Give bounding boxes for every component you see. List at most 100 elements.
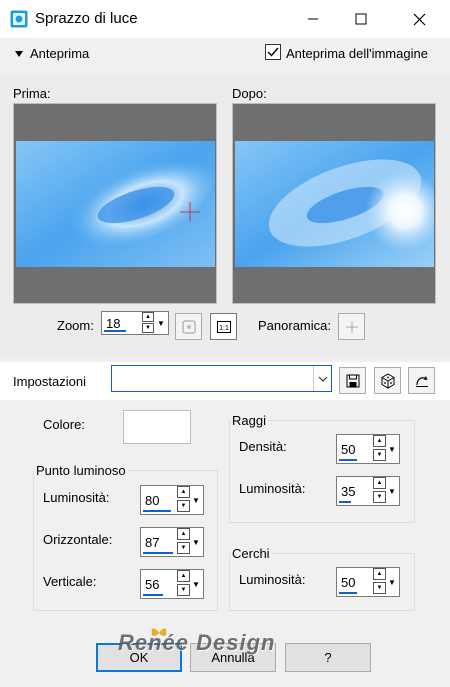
after-preview bbox=[232, 103, 436, 304]
before-preview[interactable] bbox=[13, 103, 217, 304]
horizontal-spinner[interactable]: 87 ▲ ▼ ▼ bbox=[140, 527, 204, 557]
vertical-label: Verticale: bbox=[43, 574, 97, 589]
zoom-fit-button[interactable] bbox=[175, 313, 202, 340]
actual-size-button[interactable]: 1:1 bbox=[210, 313, 237, 340]
zoom-fit-icon bbox=[182, 320, 195, 333]
horizontal-arrows: ▲ ▼ ▼ bbox=[175, 528, 203, 556]
rays-legend: Raggi bbox=[232, 413, 266, 428]
density-down[interactable]: ▼ bbox=[373, 449, 386, 461]
pan-button[interactable] bbox=[338, 313, 365, 340]
circles-legend: Cerchi bbox=[232, 546, 270, 561]
settings-dropdown[interactable] bbox=[111, 365, 332, 392]
circles-brightness-spinner[interactable]: 50 ▲ ▼ ▼ bbox=[336, 567, 400, 597]
zoom-value[interactable]: 18 bbox=[106, 316, 120, 331]
maximize-button[interactable] bbox=[338, 0, 384, 38]
spot-brightness-underline bbox=[143, 510, 171, 512]
vertical-down[interactable]: ▼ bbox=[177, 584, 190, 596]
rays-brightness-up[interactable]: ▲ bbox=[373, 477, 386, 489]
before-label: Prima: bbox=[13, 86, 51, 101]
circles-brightness-down[interactable]: ▼ bbox=[373, 582, 386, 594]
vertical-up[interactable]: ▲ bbox=[177, 570, 190, 582]
watermark: Renée Design bbox=[118, 630, 276, 655]
zoom-dropdown-arrow[interactable]: ▼ bbox=[155, 312, 167, 334]
spot-brightness-dropdown[interactable]: ▼ bbox=[190, 486, 202, 514]
zoom-label: Zoom: bbox=[57, 318, 94, 333]
light-spot-legend: Punto luminoso bbox=[36, 463, 126, 478]
pan-icon bbox=[345, 320, 358, 333]
rays-brightness-spinner[interactable]: 35 ▲ ▼ ▼ bbox=[336, 476, 400, 506]
zoom-arrows: ▲ ▼ ▼ bbox=[140, 312, 168, 334]
density-spinner[interactable]: 50 ▲ ▼ ▼ bbox=[336, 434, 400, 464]
save-icon bbox=[346, 374, 359, 387]
spot-brightness-down[interactable]: ▼ bbox=[177, 500, 190, 512]
vertical-arrows: ▲ ▼ ▼ bbox=[175, 570, 203, 598]
horizontal-value[interactable]: 87 bbox=[145, 535, 159, 550]
circles-brightness-arrows: ▲ ▼ ▼ bbox=[371, 568, 399, 596]
spot-brightness-spinner[interactable]: 80 ▲ ▼ ▼ bbox=[140, 485, 204, 515]
crosshair-icon[interactable] bbox=[179, 201, 201, 223]
density-arrows: ▲ ▼ ▼ bbox=[371, 435, 399, 463]
zoom-down-arrow[interactable]: ▼ bbox=[142, 323, 154, 333]
close-button[interactable] bbox=[396, 0, 442, 38]
color-label: Colore: bbox=[43, 417, 85, 432]
close-icon bbox=[413, 13, 425, 25]
rays-brightness-arrows: ▲ ▼ ▼ bbox=[371, 477, 399, 505]
density-dropdown[interactable]: ▼ bbox=[386, 435, 398, 463]
vertical-underline bbox=[143, 594, 163, 596]
density-up[interactable]: ▲ bbox=[373, 435, 386, 447]
maximize-icon bbox=[355, 13, 367, 25]
circles-brightness-value[interactable]: 50 bbox=[341, 575, 355, 590]
zoom-spinner[interactable]: 18 ▲ ▼ ▼ bbox=[101, 311, 169, 335]
horizontal-underline bbox=[143, 552, 173, 554]
svg-text:1:1: 1:1 bbox=[219, 325, 229, 332]
circles-brightness-underline bbox=[339, 592, 357, 594]
image-preview-checkbox[interactable] bbox=[265, 44, 281, 60]
image-preview-label[interactable]: Anteprima dell'immagine bbox=[286, 46, 428, 61]
circles-brightness-label: Luminosità: bbox=[239, 572, 306, 587]
density-value[interactable]: 50 bbox=[341, 442, 355, 457]
zoom-underline bbox=[104, 330, 126, 332]
vertical-spinner[interactable]: 56 ▲ ▼ ▼ bbox=[140, 569, 204, 599]
checkmark-icon bbox=[267, 47, 279, 57]
minimize-icon bbox=[308, 18, 318, 20]
horizontal-dropdown[interactable]: ▼ bbox=[190, 528, 202, 556]
color-swatch[interactable] bbox=[123, 410, 191, 444]
rays-brightness-label: Luminosità: bbox=[239, 481, 306, 496]
save-preset-button[interactable] bbox=[339, 367, 366, 394]
preview-section-label[interactable]: Anteprima bbox=[30, 46, 89, 61]
rays-brightness-underline bbox=[339, 501, 351, 503]
chevron-down-icon[interactable] bbox=[313, 366, 331, 391]
vertical-value[interactable]: 56 bbox=[145, 577, 159, 592]
app-icon bbox=[10, 10, 28, 28]
pan-label: Panoramica: bbox=[258, 318, 331, 333]
density-underline bbox=[339, 459, 357, 461]
vertical-dropdown[interactable]: ▼ bbox=[190, 570, 202, 598]
horizontal-up[interactable]: ▲ bbox=[177, 528, 190, 540]
reset-button[interactable] bbox=[408, 367, 435, 394]
actual-size-icon: 1:1 bbox=[216, 320, 231, 333]
after-label: Dopo: bbox=[232, 86, 267, 101]
spot-brightness-arrows: ▲ ▼ ▼ bbox=[175, 486, 203, 514]
after-preview-image bbox=[235, 141, 434, 267]
rays-brightness-dropdown[interactable]: ▼ bbox=[386, 477, 398, 505]
collapse-arrow-icon[interactable] bbox=[14, 50, 24, 58]
spot-brightness-up[interactable]: ▲ bbox=[177, 486, 190, 498]
horizontal-label: Orizzontale: bbox=[43, 532, 113, 547]
rays-brightness-value[interactable]: 35 bbox=[341, 484, 355, 499]
help-button[interactable]: ? bbox=[285, 643, 371, 672]
circles-brightness-up[interactable]: ▲ bbox=[373, 568, 386, 580]
zoom-up-arrow[interactable]: ▲ bbox=[142, 312, 154, 322]
density-label: Densità: bbox=[239, 439, 287, 454]
randomize-button[interactable] bbox=[374, 367, 401, 394]
settings-label: Impostazioni bbox=[13, 374, 86, 389]
circles-brightness-dropdown[interactable]: ▼ bbox=[386, 568, 398, 596]
rays-group: Raggi bbox=[229, 413, 415, 523]
spot-brightness-label: Luminosità: bbox=[43, 490, 110, 505]
spot-brightness-value[interactable]: 80 bbox=[145, 493, 159, 508]
dice-icon bbox=[381, 372, 394, 389]
rays-brightness-down[interactable]: ▼ bbox=[373, 491, 386, 503]
reset-icon bbox=[415, 375, 428, 387]
minimize-button[interactable] bbox=[290, 0, 336, 38]
horizontal-down[interactable]: ▼ bbox=[177, 542, 190, 554]
window-title: Sprazzo di luce bbox=[35, 10, 138, 27]
